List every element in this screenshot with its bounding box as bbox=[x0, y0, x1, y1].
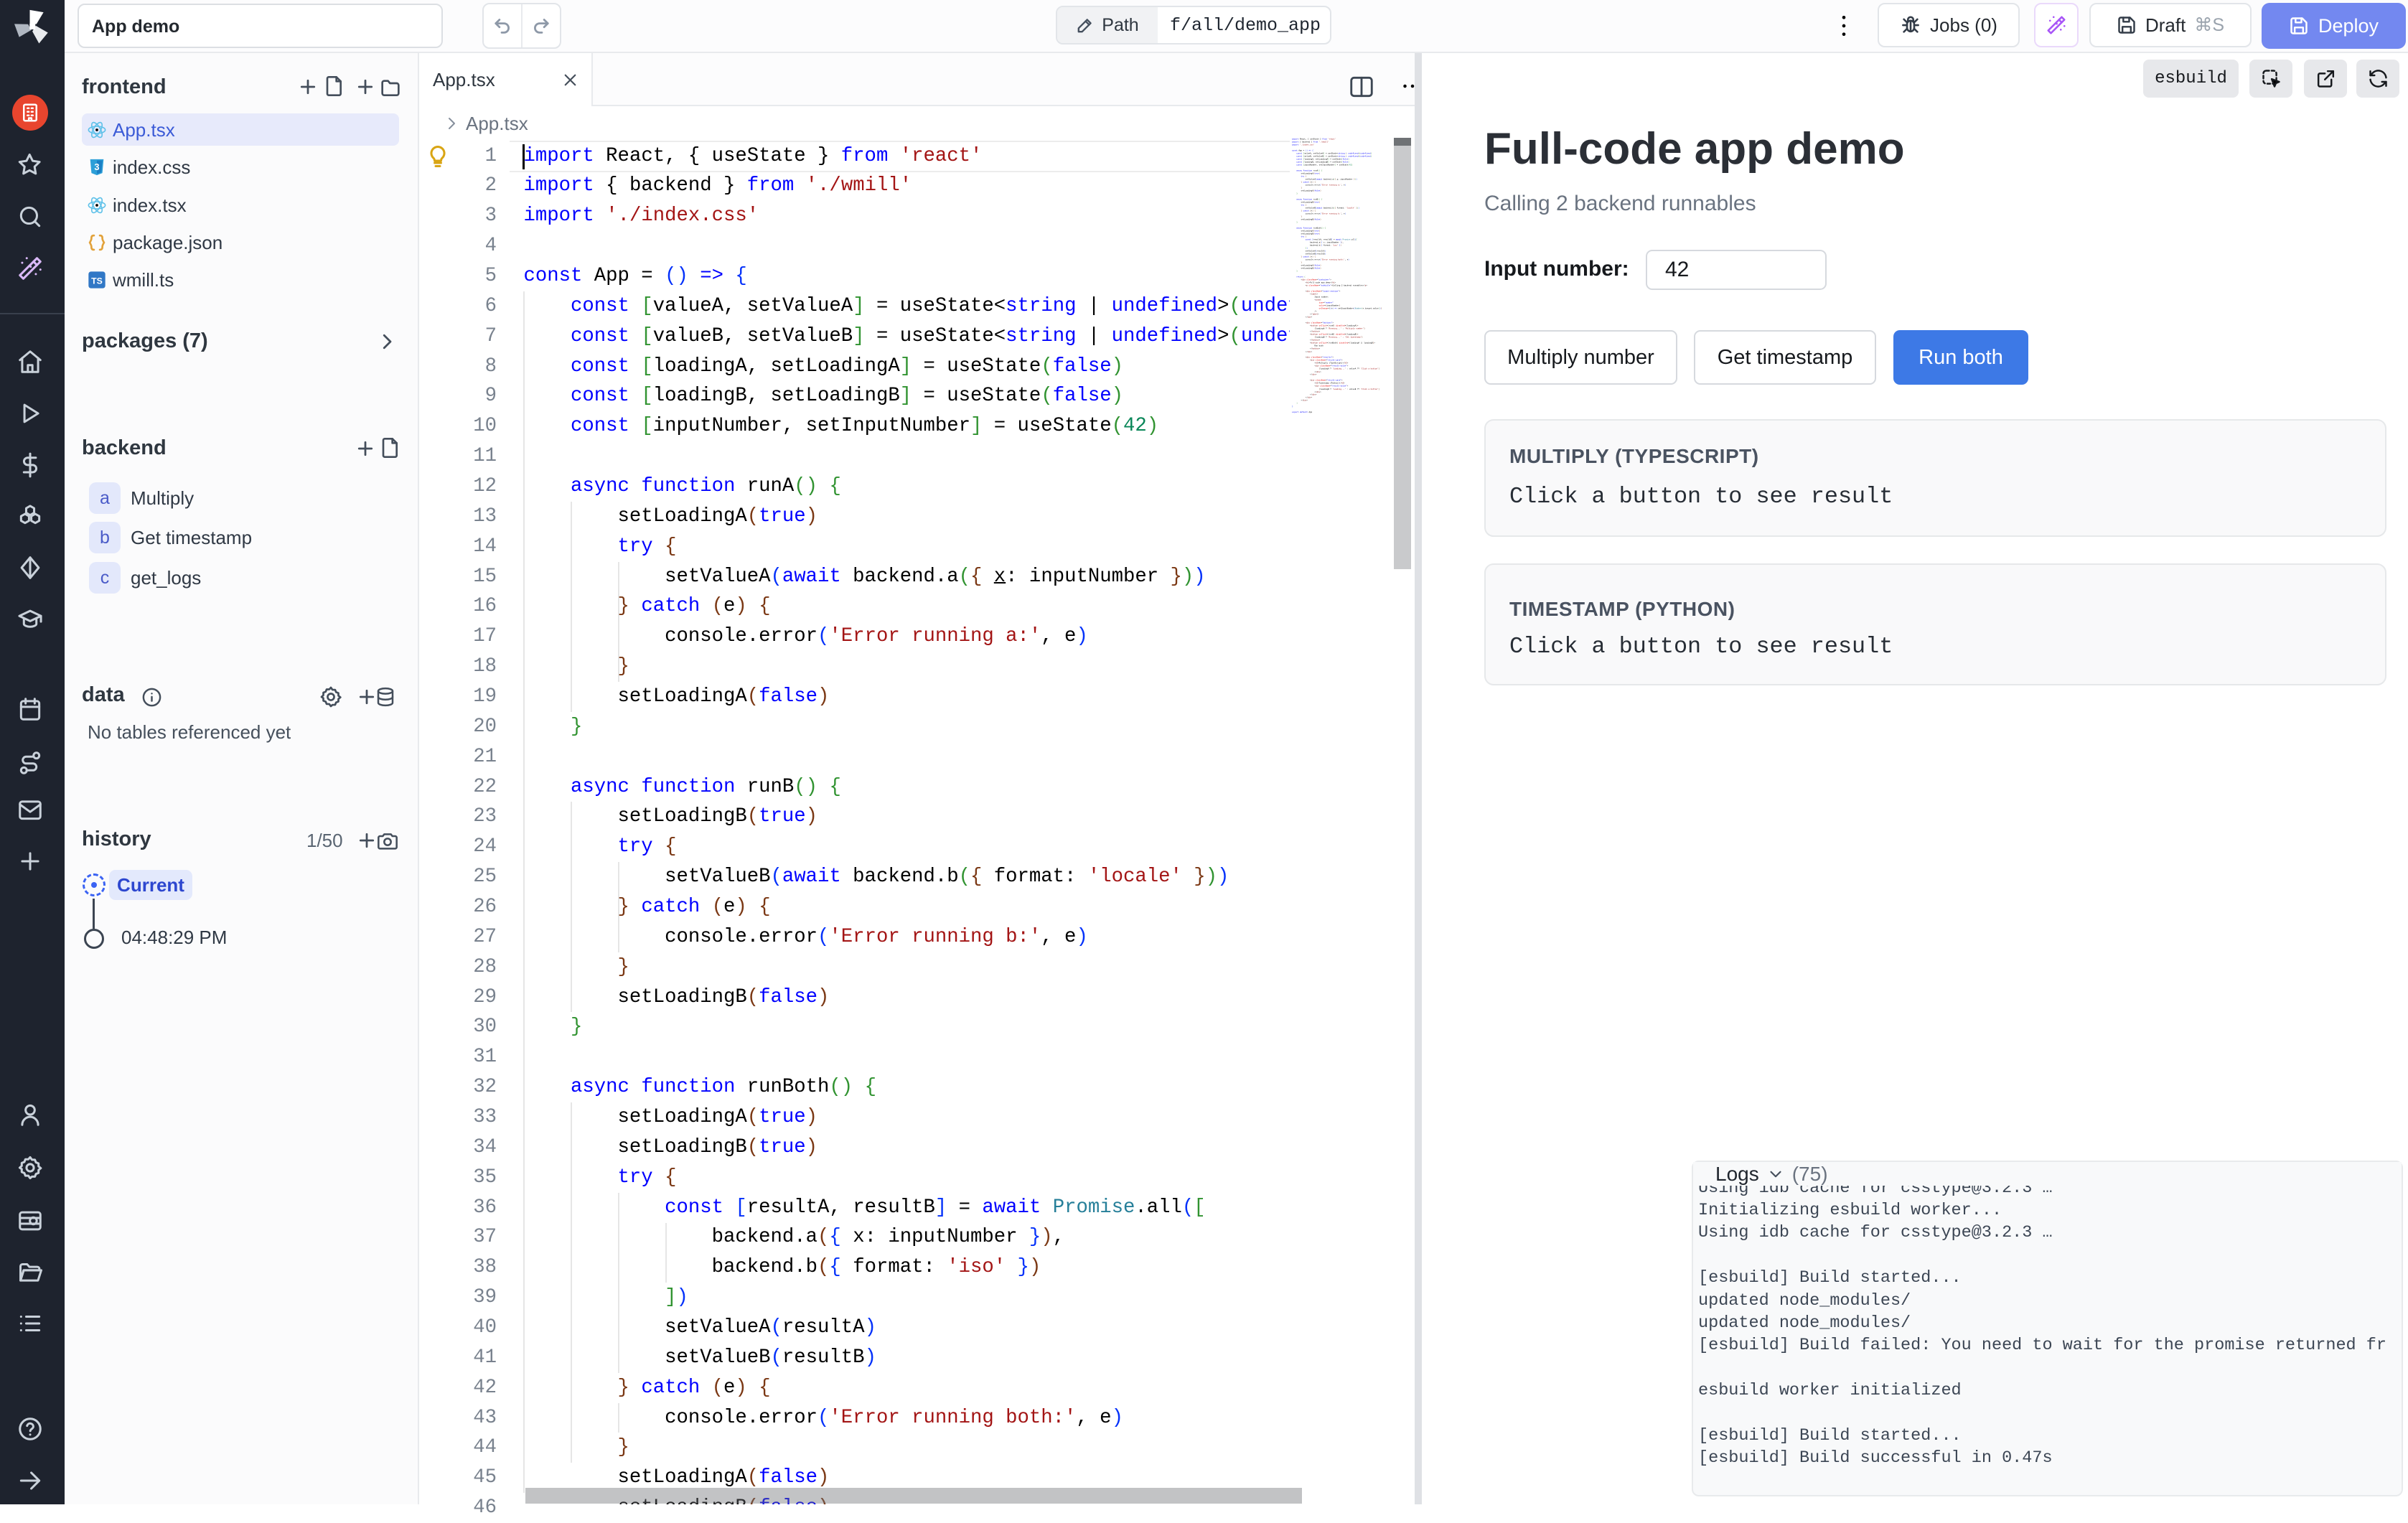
svg-text:3: 3 bbox=[94, 161, 99, 172]
svg-text:TS: TS bbox=[91, 276, 103, 286]
